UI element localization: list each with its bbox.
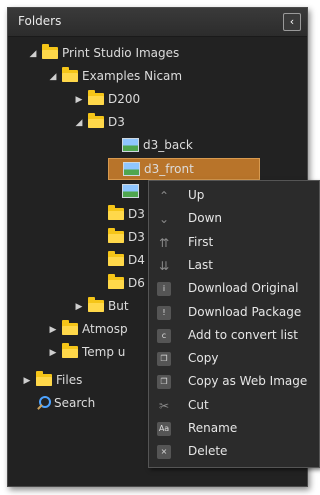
tree-node-d3-front[interactable]: d3_front (108, 158, 260, 180)
image-icon (122, 137, 139, 152)
tree-node-label: Atmosp (82, 322, 128, 336)
collapsed-arrow-icon[interactable]: ▶ (48, 343, 58, 363)
collapsed-arrow-icon[interactable]: ▶ (74, 297, 84, 317)
menu-item-label: First (188, 234, 214, 249)
tree-node-label: d3_front (144, 162, 194, 176)
rename-icon: Aa (157, 422, 171, 436)
expanded-arrow-icon[interactable]: ◢ (74, 113, 84, 133)
tree-node-d200[interactable]: ▶ D200 (74, 89, 140, 109)
menu-item-download-package[interactable]: ! Download Package (149, 301, 319, 324)
double-chevron-down-icon: ⇊ (158, 258, 170, 273)
menu-item-label: Delete (188, 444, 228, 459)
tree-node-examples-nicam[interactable]: ◢ Examples Nicam (48, 66, 182, 86)
download-original-icon: i (157, 282, 171, 297)
menu-item-add-to-convert-list[interactable]: c Add to convert list (149, 324, 319, 347)
tree-node-temp-u[interactable]: ▶ Temp u (48, 342, 125, 362)
folder-icon (42, 43, 58, 59)
tree-node-d6[interactable]: D6 (94, 273, 145, 293)
chevron-left-icon: ‹ (289, 15, 295, 28)
menu-item-label: Copy as Web Image (188, 374, 308, 389)
menu-item-delete[interactable]: × Delete (149, 440, 319, 463)
menu-item-label: Rename (188, 421, 238, 435)
tree-node-label: D3 (128, 207, 145, 221)
panel-title: Folders (18, 14, 62, 28)
menu-item-label: Download Package (188, 304, 302, 319)
tree-node-search[interactable]: Search (22, 393, 95, 413)
folders-panel: Folders ‹ ◢ Print Studio Images ◢ Examples … (7, 7, 320, 487)
folder-icon (36, 370, 52, 386)
folder-icon (108, 204, 124, 220)
tree-node-d3[interactable]: ◢ D3 (74, 112, 125, 132)
tree-node-label: But (108, 299, 129, 313)
folder-icon (108, 227, 124, 243)
folder-icon (108, 273, 124, 289)
menu-item-copy[interactable]: ❐ Copy (149, 347, 319, 370)
tree-node-files[interactable]: ▶ Files (22, 370, 82, 390)
collapsed-arrow-icon[interactable]: ▶ (48, 320, 58, 340)
tree-node-label: Examples Nicam (82, 69, 183, 83)
menu-item-label: Download Original (188, 281, 299, 296)
tree-node-label: d3_back (143, 138, 193, 152)
menu-item-label: Last (188, 257, 213, 272)
menu-item-label: Up (188, 188, 205, 202)
folder-icon (62, 66, 78, 82)
menu-item-copy-as-web-image[interactable]: ❐ Copy as Web Image (149, 370, 319, 393)
delete-icon: × (157, 445, 171, 460)
expanded-arrow-icon[interactable]: ◢ (28, 44, 38, 64)
convert-icon: c (157, 328, 171, 343)
menu-item-label: Down (188, 211, 223, 226)
folder-icon (88, 89, 104, 105)
collapse-panel-button[interactable]: ‹ (283, 13, 301, 31)
tree-node-d4[interactable]: D4 (94, 250, 145, 270)
expanded-arrow-icon[interactable]: ◢ (48, 67, 58, 87)
tree-node-d3x[interactable]: D3 (94, 204, 145, 224)
menu-item-down[interactable]: ⌄ Down (149, 207, 319, 230)
scissors-icon: ✂ (158, 398, 170, 413)
chevron-up-icon: ⌃ (158, 189, 170, 203)
menu-item-label: Cut (188, 397, 209, 412)
tree-node-label: Files (56, 373, 83, 387)
folder-icon (62, 342, 78, 358)
menu-item-cut[interactable]: ✂ Cut (149, 394, 319, 417)
tree-node-label: D6 (128, 276, 145, 290)
copy-web-icon: ❐ (157, 375, 171, 390)
tree-node-atmosp[interactable]: ▶ Atmosp (48, 319, 128, 339)
folder-icon (88, 296, 104, 312)
menu-item-download-original[interactable]: i Download Original (149, 277, 319, 300)
menu-item-last[interactable]: ⇊ Last (149, 254, 319, 277)
tree-node-label: D3 (128, 230, 145, 244)
tree-node-label: D3 (108, 115, 125, 129)
image-icon (123, 161, 140, 176)
menu-item-up[interactable]: ⌃ Up (149, 184, 319, 207)
double-chevron-up-icon: ⇈ (158, 235, 170, 250)
tree-node-d3-back[interactable]: d3_back (108, 135, 193, 155)
tree-node-but[interactable]: ▶ But (74, 296, 129, 316)
copy-icon: ❐ (157, 352, 171, 367)
chevron-down-icon: ⌄ (158, 212, 170, 227)
folder-icon (108, 250, 124, 266)
tree-node-label: D4 (128, 253, 145, 267)
tree-node-label: D200 (108, 92, 141, 106)
tree-node-label: Search (54, 396, 96, 410)
tree-node-label: Print Studio Images (62, 46, 180, 60)
collapsed-arrow-icon[interactable]: ▶ (74, 90, 84, 110)
tree-node-print-studio-images[interactable]: ◢ Print Studio Images (28, 43, 179, 63)
collapsed-arrow-icon[interactable]: ▶ (22, 371, 32, 391)
tree-node-label: Temp u (82, 345, 126, 359)
context-menu: ⌃ Up ⌄ Down ⇈ First ⇊ Last i Download Original! Do… (148, 180, 320, 468)
menu-item-rename[interactable]: Aa Rename (149, 417, 319, 440)
menu-item-label: Copy (188, 351, 219, 366)
folder-icon (88, 112, 104, 128)
menu-item-label: Add to convert list (188, 327, 299, 342)
folder-icon (62, 319, 78, 335)
tree-node-d3y[interactable]: D3 (94, 227, 145, 247)
search-icon (36, 395, 51, 410)
download-package-icon: ! (157, 305, 171, 320)
menu-item-first[interactable]: ⇈ First (149, 231, 319, 254)
image-icon (122, 183, 139, 198)
tree-node-d3-third[interactable] (108, 181, 143, 201)
panel-header: Folders ‹ (8, 8, 307, 37)
